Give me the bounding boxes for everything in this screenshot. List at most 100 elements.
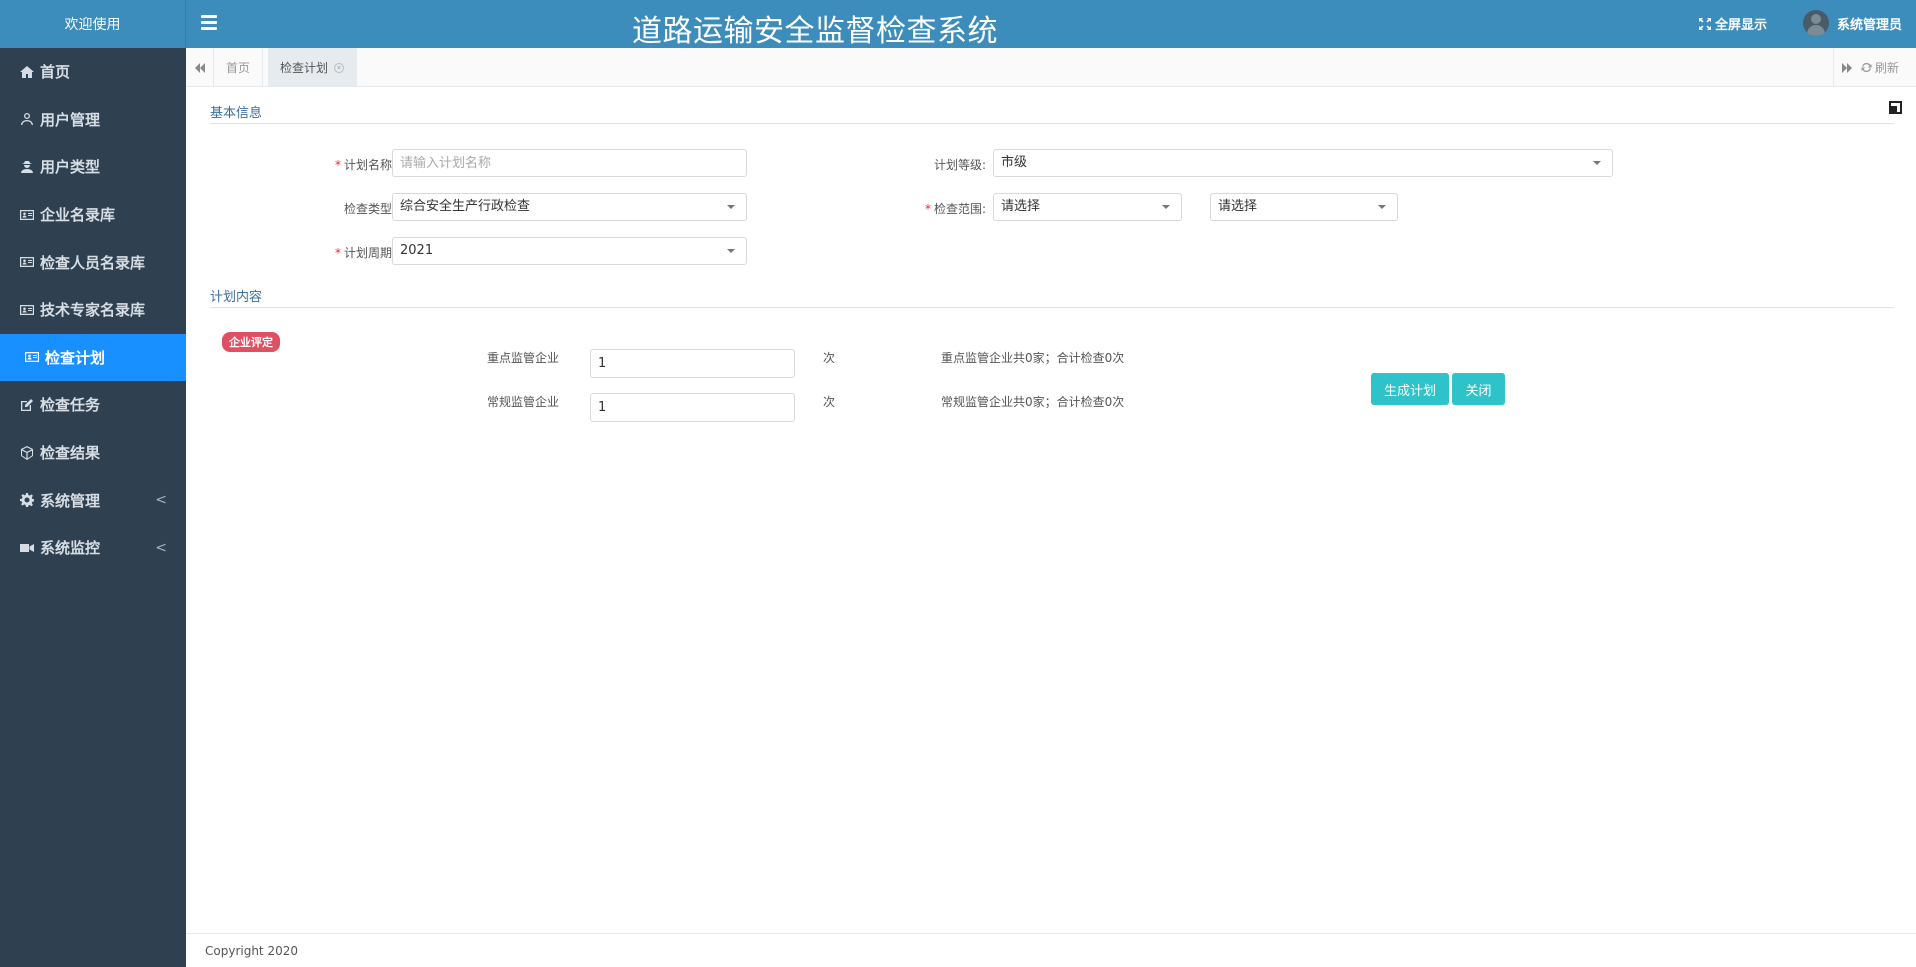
user-icon (19, 112, 35, 126)
menu-toggle-icon[interactable] (201, 15, 217, 30)
video-icon (19, 541, 35, 555)
chevron-left-icon: < (155, 492, 167, 509)
sidebar-item-1[interactable]: 用户管理 (0, 96, 186, 144)
check-type-value: 综合安全生产行政检查 (400, 199, 531, 214)
section-title-content-text: 计划内容 (210, 290, 263, 305)
refresh-icon (1861, 62, 1872, 73)
user-menu[interactable]: 系统管理员 (1803, 10, 1902, 36)
edit-icon (19, 398, 35, 412)
plan-level-select[interactable]: 市级 (993, 149, 1613, 177)
sidebar-item-2[interactable]: 用户类型 (0, 143, 186, 191)
plan-period-label: * 计划周期: (334, 246, 396, 260)
chevron-down-icon (727, 205, 735, 209)
sidebar-item-label: 首页 (40, 63, 71, 82)
sidebar-item-7[interactable]: 检查任务 (0, 381, 186, 429)
plan-level-label: 计划等级: (933, 158, 986, 172)
sidebar-item-label: 系统管理 (40, 491, 101, 510)
cube-icon (19, 445, 35, 460)
key-enterprise-count-input[interactable] (590, 349, 795, 378)
app-title: 道路运输安全监督检查系统 (632, 14, 998, 49)
sidebar-item-8[interactable]: 检查结果 (0, 429, 186, 477)
footer: Copyright 2020 (186, 933, 1916, 967)
tab-inspection-plan-label: 检查计划 (280, 61, 329, 75)
restore-window-icon[interactable] (1889, 101, 1902, 114)
normal-enterprise-label: 常规监管企业 (487, 395, 560, 409)
sidebar-item-4[interactable]: 检查人员名录库 (0, 238, 186, 286)
refresh-button[interactable]: 刷新 (1861, 48, 1899, 87)
id-card-icon (19, 208, 35, 222)
tabs-scroll-left-button[interactable] (186, 48, 214, 87)
id-card-icon (19, 303, 35, 317)
sidebar-item-label: 技术专家名录库 (40, 301, 146, 320)
plan-period-select[interactable]: 2021 (392, 237, 747, 265)
check-scope-value-2: 请选择 (1218, 199, 1258, 214)
user-name: 系统管理员 (1837, 17, 1903, 33)
plan-level-value: 市级 (1001, 155, 1028, 170)
sidebar-item-label: 检查人员名录库 (40, 253, 146, 272)
backward-icon (194, 62, 205, 73)
key-enterprise-label: 重点监管企业 (487, 351, 560, 365)
normal-enterprise-count-input[interactable] (590, 393, 795, 422)
tab-home[interactable]: 首页 (214, 48, 264, 87)
sidebar-item-label: 检查任务 (40, 396, 101, 415)
sidebar-item-label: 系统监控 (40, 539, 101, 558)
main-content: 基本信息 *计划名称: 计划等级: 市级 检查类型: 综合安全生产行政检查 *检… (186, 87, 1916, 933)
close-button[interactable]: 关闭 (1452, 373, 1505, 405)
top-header: 道路运输安全监督检查系统 全屏显示 系统管理员 (186, 0, 1916, 49)
fullscreen-button[interactable]: 全屏显示 (1699, 14, 1767, 33)
id-card-icon (24, 350, 40, 364)
refresh-label: 刷新 (1875, 61, 1900, 75)
section-divider (210, 307, 1894, 308)
tabs-scroll-right-button[interactable] (1833, 48, 1859, 87)
id-card-icon (19, 255, 35, 269)
section-title-basic: 基本信息 (210, 106, 263, 121)
sidebar-nav: 首页用户管理用户类型企业名录库检查人员名录库 技术专家名录库检查计划检查任务检查结… (0, 48, 186, 572)
plan-name-input[interactable] (392, 149, 747, 177)
sidebar-item-6[interactable]: 检查计划 (0, 333, 186, 382)
sidebar-item-label: 用户类型 (40, 158, 101, 177)
sidebar-item-10[interactable]: 系统监控 < (0, 524, 186, 572)
check-scope-value-1: 请选择 (1001, 199, 1041, 214)
sidebar-item-label: 用户管理 (40, 110, 101, 129)
forward-icon (1841, 62, 1852, 73)
check-scope-select-1[interactable]: 请选择 (993, 193, 1182, 221)
fullscreen-label: 全屏显示 (1715, 18, 1768, 33)
sidebar-brand: 欢迎使用 (0, 0, 186, 48)
sidebar-item-0[interactable]: 首页 (0, 48, 186, 96)
check-scope-label: * 检查范围: (924, 202, 986, 216)
section-divider (210, 123, 1894, 124)
user-secret-icon (19, 160, 35, 174)
sidebar-item-label: 检查结果 (40, 444, 101, 463)
copyright-text: Copyright 2020 (205, 944, 298, 958)
chevron-left-icon: < (155, 539, 167, 556)
chevron-down-icon (1593, 161, 1601, 165)
key-enterprise-unit: 次 (823, 351, 836, 365)
chevron-down-icon (1162, 205, 1170, 209)
plan-name-label: * 计划名称: (334, 158, 396, 172)
chevron-down-icon (727, 249, 735, 253)
tabs-bar: 首页 检查计划 刷新 (186, 48, 1916, 87)
sidebar-item-label: 企业名录库 (40, 206, 116, 225)
normal-enterprise-summary: 常规监管企业共0家；合计检查0次 (941, 395, 1125, 409)
check-type-select[interactable]: 综合安全生产行政检查 (392, 193, 747, 221)
gear-icon (19, 493, 35, 508)
sidebar: 欢迎使用 首页用户管理用户类型企业名录库检查人员名录库 技术专家名录库检查计划检查… (0, 0, 186, 967)
generate-plan-button[interactable]: 生成计划 (1371, 373, 1449, 405)
expand-icon (1699, 17, 1711, 30)
key-enterprise-summary: 重点监管企业共0家；合计检查0次 (941, 351, 1125, 365)
sidebar-item-3[interactable]: 企业名录库 (0, 191, 186, 239)
normal-enterprise-unit: 次 (823, 395, 836, 409)
tab-close-icon[interactable] (334, 62, 345, 73)
sidebar-item-5[interactable]: 技术专家名录库 (0, 286, 186, 334)
check-scope-select-2[interactable]: 请选择 (1210, 193, 1398, 221)
tab-home-label: 首页 (226, 61, 251, 75)
home-icon (19, 65, 35, 79)
enterprise-rating-badge: 企业评定 (222, 332, 280, 352)
sidebar-item-9[interactable]: 系统管理 < (0, 476, 186, 524)
chevron-down-icon (1378, 205, 1386, 209)
check-type-label: 检查类型: (343, 202, 396, 216)
plan-period-value: 2021 (400, 243, 434, 258)
tab-inspection-plan[interactable]: 检查计划 (268, 48, 358, 87)
sidebar-item-label: 检查计划 (45, 348, 106, 367)
avatar (1803, 10, 1829, 36)
